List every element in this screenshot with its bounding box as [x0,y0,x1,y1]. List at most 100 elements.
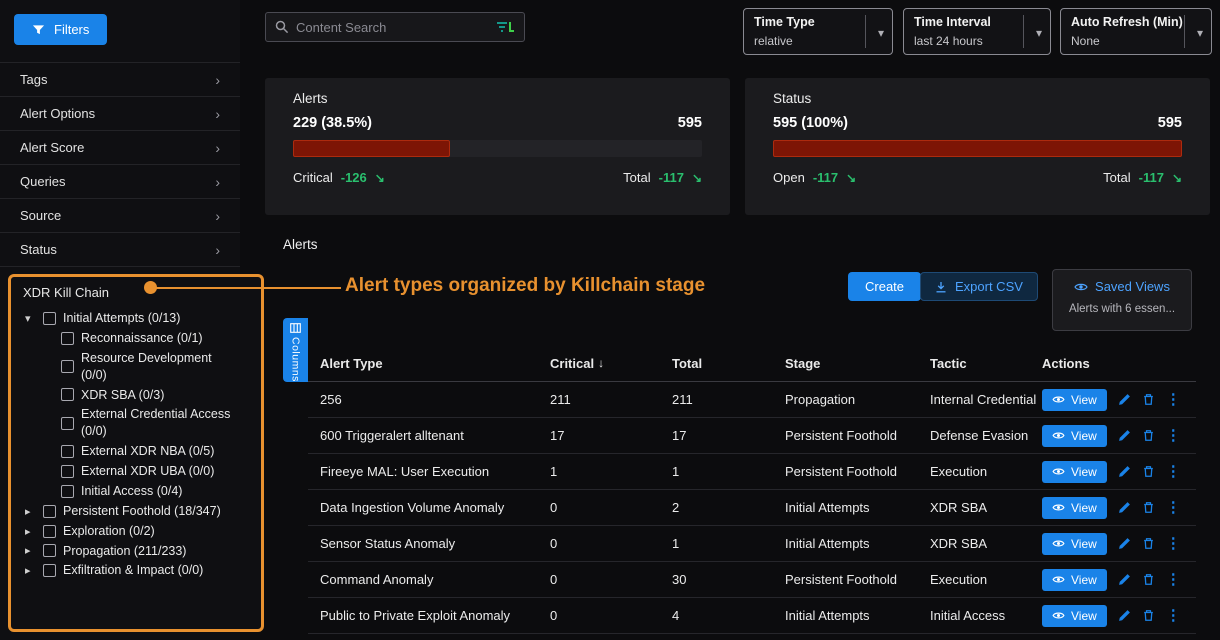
header-alert-type[interactable]: Alert Type [320,356,550,371]
edit-icon[interactable] [1118,501,1131,514]
checkbox[interactable] [61,465,74,478]
checkbox[interactable] [61,485,74,498]
tree-collapse-icon[interactable]: ▸ [25,564,36,577]
checkbox[interactable] [43,312,56,325]
delete-icon[interactable] [1142,609,1155,622]
tree-collapse-icon[interactable]: ▸ [25,505,36,518]
edit-icon[interactable] [1118,465,1131,478]
tree-item[interactable]: Resource Development (0/0) [11,350,261,384]
alerts-stat-card: Alerts 229 (38.5%) 595 Critical -126 ↘ T… [265,78,730,215]
sidebar-item[interactable]: Queries › [0,165,240,199]
annotation-dot [144,281,157,294]
delete-icon[interactable] [1142,465,1155,478]
card-footer: Critical -126 ↘ Total -117 ↘ [293,170,702,185]
tree-item[interactable]: ▾ Initial Attempts (0/13) [11,310,261,327]
view-button[interactable]: View [1042,605,1107,627]
edit-icon[interactable] [1118,609,1131,622]
time-interval-dropdown[interactable]: Time Interval last 24 hours ▾ [903,8,1051,55]
tree-item[interactable]: ▸ Exfiltration & Impact (0/0) [11,562,261,579]
checkbox[interactable] [61,417,74,430]
tree-item[interactable]: External XDR UBA (0/0) [11,463,261,480]
view-button[interactable]: View [1042,533,1107,555]
tree-item[interactable]: External Credential Access (0/0) [11,406,261,440]
auto-refresh-dropdown[interactable]: Auto Refresh (Min) None ▾ [1060,8,1212,55]
header-critical[interactable]: Critical ↓ [550,356,672,371]
tree-item[interactable]: ▸ Propagation (211/233) [11,543,261,560]
cell-stage: Initial Attempts [785,608,930,623]
header-actions: Actions [1042,356,1196,371]
tree-item[interactable]: XDR SBA (0/3) [11,387,261,404]
view-button[interactable]: View [1042,497,1107,519]
view-button[interactable]: View [1042,461,1107,483]
delete-icon[interactable] [1142,537,1155,550]
checkbox[interactable] [61,445,74,458]
tree-item[interactable]: Reconnaissance (0/1) [11,330,261,347]
trend-value: -126 [341,170,367,185]
xdr-kill-chain-panel: XDR Kill Chain ▾ Initial Attempts (0/13)… [8,274,264,632]
edit-icon[interactable] [1118,573,1131,586]
search-filter-icon[interactable] [495,20,515,34]
tree-item-label: Propagation (211/233) [63,543,186,560]
header-tactic[interactable]: Tactic [930,356,1042,371]
sidebar-item[interactable]: Status › [0,233,240,267]
view-button[interactable]: View [1042,425,1107,447]
sidebar-item[interactable]: Source › [0,199,240,233]
more-options-icon[interactable]: ⋮ [1166,536,1181,551]
sidebar-item[interactable]: Tags › [0,63,240,97]
checkbox[interactable] [43,505,56,518]
header-stage[interactable]: Stage [785,356,930,371]
export-csv-button[interactable]: Export CSV [920,272,1038,301]
view-button[interactable]: View [1042,569,1107,591]
tree-expand-icon[interactable]: ▾ [25,312,36,325]
trend-down-icon: ↘ [375,171,385,185]
tree-collapse-icon[interactable]: ▸ [25,544,36,557]
card-left-value: 229 (38.5%) [293,115,372,131]
search-input[interactable] [296,20,488,35]
edit-icon[interactable] [1118,429,1131,442]
more-options-icon[interactable]: ⋮ [1166,392,1181,407]
checkbox[interactable] [61,388,74,401]
checkbox[interactable] [61,332,74,345]
tree-item[interactable]: ▸ Persistent Foothold (18/347) [11,503,261,520]
tree-item[interactable]: ▸ Exploration (0/2) [11,523,261,540]
saved-views-card[interactable]: Saved Views Alerts with 6 essen... [1052,269,1192,331]
status-stat-card: Status 595 (100%) 595 Open -117 ↘ Total … [745,78,1210,215]
delete-icon[interactable] [1142,501,1155,514]
more-options-icon[interactable]: ⋮ [1166,500,1181,515]
tree-item[interactable]: External XDR NBA (0/5) [11,443,261,460]
delete-icon[interactable] [1142,429,1155,442]
tree-item[interactable]: Initial Access (0/4) [11,483,261,500]
edit-icon[interactable] [1118,537,1131,550]
sidebar-item[interactable]: Alert Options › [0,97,240,131]
cell-stage: Persistent Foothold [785,572,930,587]
delete-icon[interactable] [1142,393,1155,406]
tree-collapse-icon[interactable]: ▸ [25,525,36,538]
eye-icon [1052,431,1065,440]
delete-icon[interactable] [1142,573,1155,586]
columns-button[interactable]: Columns [283,318,308,382]
header-total[interactable]: Total [672,356,785,371]
checkbox[interactable] [43,564,56,577]
filters-button[interactable]: Filters [14,14,107,45]
more-options-icon[interactable]: ⋮ [1166,572,1181,587]
checkbox[interactable] [61,360,74,373]
chevron-right-icon: › [215,208,220,224]
view-button-label: View [1071,501,1097,515]
time-type-dropdown[interactable]: Time Type relative ▾ [743,8,893,55]
sidebar-item[interactable]: Alert Score › [0,131,240,165]
cell-stage: Propagation [785,392,930,407]
more-options-icon[interactable]: ⋮ [1166,608,1181,623]
chevron-right-icon: › [215,242,220,258]
checkbox[interactable] [43,544,56,557]
table-row: Data Ingestion Volume Anomaly 0 2 Initia… [308,490,1196,526]
more-options-icon[interactable]: ⋮ [1166,428,1181,443]
checkbox[interactable] [43,525,56,538]
view-button[interactable]: View [1042,389,1107,411]
content-search-box [265,12,525,42]
edit-icon[interactable] [1118,393,1131,406]
eye-icon [1052,575,1065,584]
cell-critical: 0 [550,608,672,623]
table-row: Command Anomaly 0 30 Persistent Foothold… [308,562,1196,598]
create-button[interactable]: Create [848,272,921,301]
more-options-icon[interactable]: ⋮ [1166,464,1181,479]
